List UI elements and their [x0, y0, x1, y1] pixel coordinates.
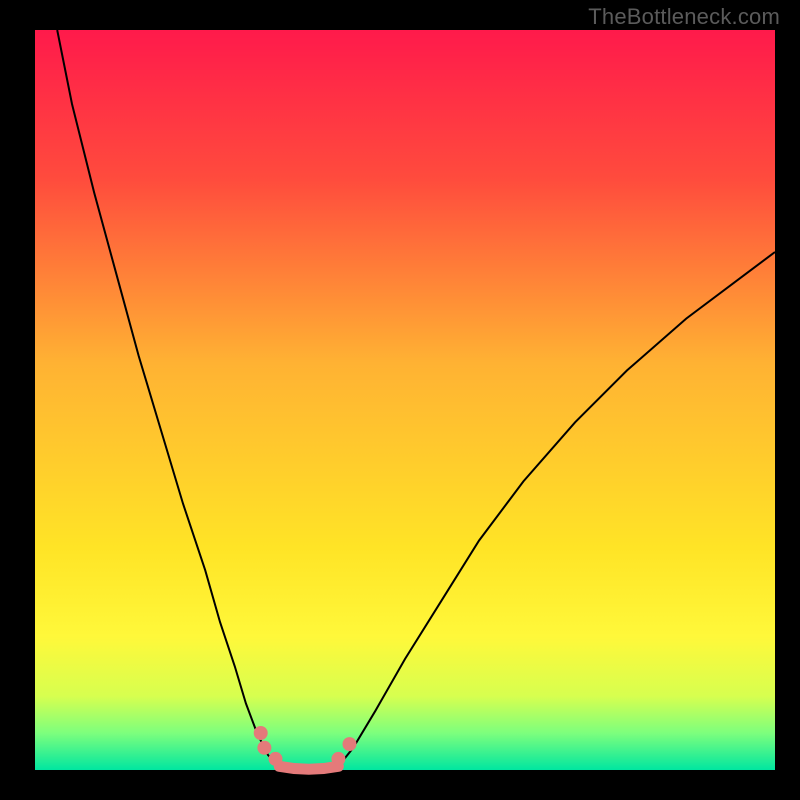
curve-layer: [35, 30, 775, 770]
series-left-branch: [57, 30, 279, 766]
series-valley-floor: [279, 766, 338, 769]
marker-3: [331, 752, 345, 766]
marker-2: [269, 752, 283, 766]
marker-0: [254, 726, 268, 740]
plot-area: [35, 30, 775, 770]
chart-frame: TheBottleneck.com: [0, 0, 800, 800]
marker-1: [257, 741, 271, 755]
series-right-branch: [338, 252, 775, 766]
watermark-text: TheBottleneck.com: [588, 4, 780, 30]
marker-4: [343, 737, 357, 751]
